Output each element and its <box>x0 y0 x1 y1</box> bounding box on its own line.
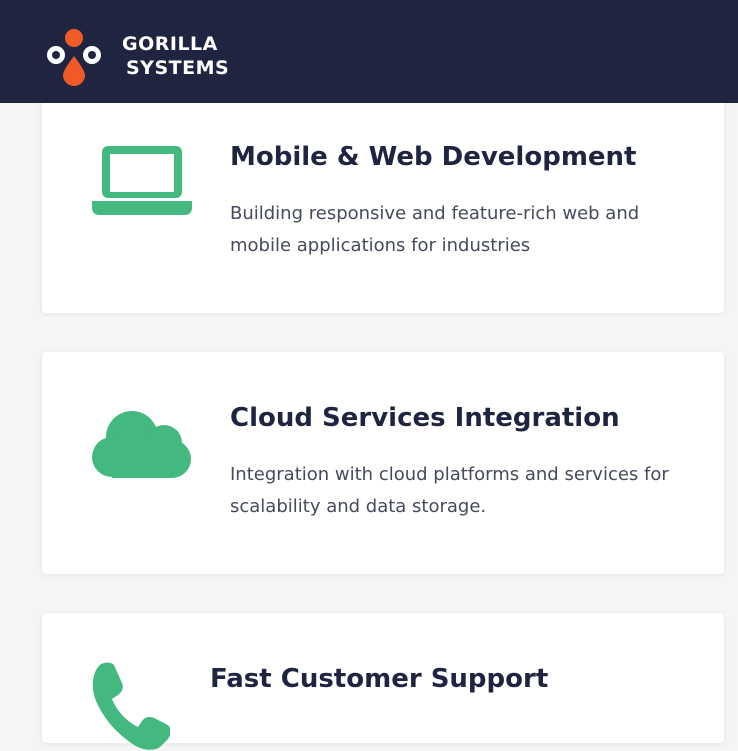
cloud-icon <box>92 411 191 478</box>
site-header: GORILLA SYSTEMS <box>0 0 738 103</box>
service-card-cloud: Cloud Services Integration Integration w… <box>42 352 724 574</box>
service-description: Integration with cloud platforms and ser… <box>230 464 669 517</box>
gorilla-logo-icon[interactable] <box>44 26 104 88</box>
service-card-mobile-web: Mobile & Web Development Building respon… <box>42 96 724 313</box>
service-description: Building responsive and feature-rich web… <box>230 203 640 256</box>
service-title: Fast Customer Support <box>210 664 549 694</box>
service-card-support: Fast Customer Support <box>42 613 724 750</box>
brand-name-line2: SYSTEMS <box>126 57 230 79</box>
brand-name[interactable]: GORILLA SYSTEMS <box>122 32 229 80</box>
brand-name-line1: GORILLA <box>122 33 218 55</box>
service-title: Cloud Services Integration <box>230 403 620 433</box>
service-title: Mobile & Web Development <box>230 142 637 172</box>
laptop-icon <box>92 146 192 215</box>
phone-icon <box>92 662 170 750</box>
